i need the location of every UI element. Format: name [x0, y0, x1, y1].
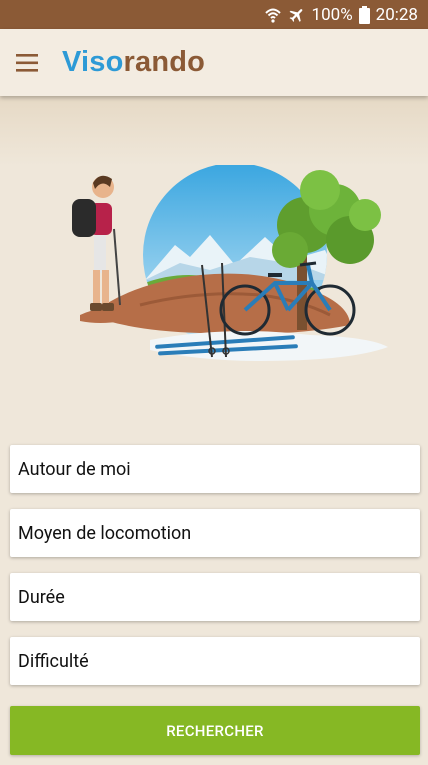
- header-shadow-gradient: [0, 96, 428, 166]
- status-bar: 100% 20:28: [0, 0, 428, 29]
- battery-icon: [358, 5, 370, 24]
- airplane-icon: [288, 6, 306, 24]
- hero-illustration: [50, 163, 395, 370]
- hamburger-menu-icon[interactable]: [0, 29, 56, 96]
- field-difficulte[interactable]: Difficulté: [10, 637, 420, 685]
- field-autour-de-moi[interactable]: Autour de moi: [10, 445, 420, 493]
- app-bar: Visorando: [0, 29, 428, 96]
- app-logo: Visorando: [62, 46, 205, 79]
- logo-part-viso: Viso: [62, 46, 124, 78]
- clock: 20:28: [375, 4, 418, 25]
- search-button[interactable]: RECHERCHER: [10, 706, 420, 755]
- battery-percent: 100%: [311, 4, 353, 25]
- field-duree[interactable]: Durée: [10, 573, 420, 621]
- logo-part-rando: rando: [123, 46, 206, 78]
- wifi-calling-icon: [264, 6, 282, 24]
- field-moyen-de-locomotion[interactable]: Moyen de locomotion: [10, 509, 420, 557]
